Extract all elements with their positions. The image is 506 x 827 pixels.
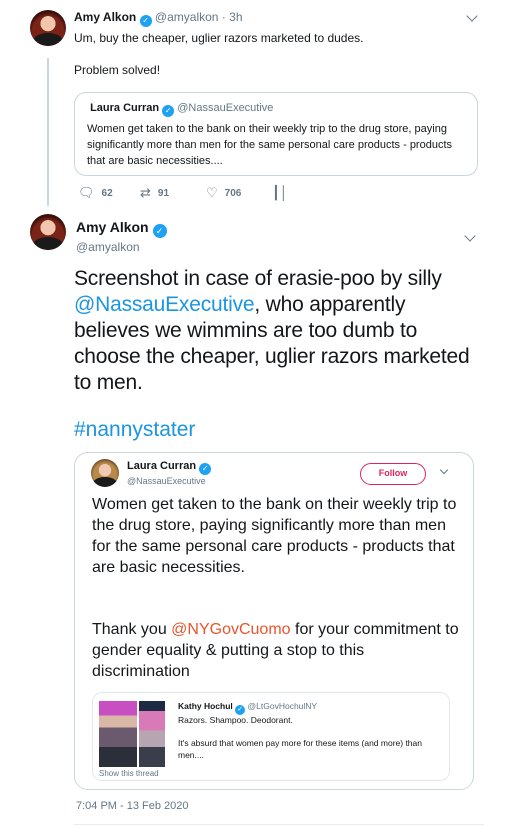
like-button[interactable]: ♡ 706 [206, 185, 241, 201]
retweet-icon: ⇄ [140, 185, 151, 200]
quoted-author-name: Laura Curran [90, 102, 160, 114]
author-name-line: Amy Alkon ✓ [76, 219, 167, 238]
chevron-down-icon [439, 465, 449, 475]
mention-link: @NYGovCuomo [171, 621, 291, 638]
heart-icon: ♡ [206, 185, 218, 200]
screenshot-tweet-text: Women get taken to the bank on their wee… [92, 496, 457, 576]
hashtag-link[interactable]: #nannystater [74, 418, 195, 442]
avatar[interactable] [30, 214, 66, 250]
chevron-down-icon[interactable] [464, 230, 476, 242]
author-name[interactable]: Amy Alkon [74, 10, 136, 24]
mention-link[interactable]: @NassauExecutive [74, 293, 255, 316]
inner-quote-text: Razors. Shampoo. Deodorant. [178, 715, 293, 725]
tweet-timestamp[interactable]: 7:04 PM - 13 Feb 2020 [76, 800, 189, 812]
inner-quote-header: Kathy Hochul ✓ @LtGovHochulNY [178, 701, 317, 715]
quoted-photo [99, 701, 165, 767]
like-count: 706 [224, 187, 242, 199]
author-handle[interactable]: @amyalkon [155, 10, 219, 24]
screenshot-author-name-text: Laura Curran [127, 460, 197, 472]
thanks-text-part: Thank you [92, 621, 172, 638]
photo-left [99, 701, 137, 767]
reply-icon: 🗨︎ [78, 185, 95, 200]
tweet-text: Um, buy the cheaper, uglier razors marke… [74, 31, 364, 77]
thread-connector-line [47, 58, 49, 206]
quoted-tweet[interactable]: Laura Curran ✓ @NassauExecutive Women ge… [74, 92, 478, 176]
tweet-text-part: Screenshot in case of erasie-poo by sill… [74, 267, 442, 290]
tweet-text: Screenshot in case of erasie-poo by sill… [74, 266, 484, 396]
divider [74, 824, 484, 825]
verified-badge-icon: ✓ [139, 15, 152, 27]
chevron-down-icon[interactable] [466, 10, 478, 22]
retweet-button[interactable]: ⇄ 91 [140, 185, 169, 201]
analytics-button[interactable]: ┃│ [272, 185, 288, 201]
screenshot-tweet-thanks: Thank you @NYGovCuomo for your commitmen… [92, 619, 464, 682]
avatar [91, 459, 119, 487]
author-handle[interactable]: @amyalkon [76, 240, 140, 254]
verified-badge-icon: ✓ [199, 463, 212, 475]
follow-button: Follow [360, 463, 426, 485]
inner-quote-author-name: Kathy Hochul [178, 701, 233, 711]
photo-right [139, 701, 165, 767]
verified-badge-icon: ✓ [152, 224, 167, 238]
quoted-author-handle: @NassauExecutive [177, 102, 274, 114]
screenshot-author-name: Laura Curran ✓ [127, 460, 212, 475]
tweet-header: Amy Alkon ✓ @amyalkon · 3h [74, 10, 243, 27]
inner-quote-text: It's absurd that women pay more for thes… [178, 738, 422, 760]
quoted-text: Women get taken to the bank on their wee… [87, 123, 453, 167]
inner-quote-author-handle: @LtGovHochulNY [247, 701, 318, 711]
retweet-count: 91 [157, 187, 170, 199]
tweet-time[interactable]: 3h [229, 10, 242, 24]
analytics-icon: ┃│ [272, 185, 288, 200]
reply-button[interactable]: 🗨︎ 62 [78, 185, 113, 201]
avatar[interactable] [30, 10, 66, 46]
show-thread-link: Show this thread [99, 769, 159, 778]
reply-count: 62 [101, 187, 113, 199]
verified-badge-icon: ✓ [162, 105, 175, 117]
inner-quoted-tweet: Kathy Hochul ✓ @LtGovHochulNY Razors. Sh… [92, 692, 450, 781]
screenshot-author-handle: @NassauExecutive [127, 476, 206, 486]
attached-screenshot[interactable]: Laura Curran ✓ @NassauExecutive Follow W… [74, 452, 474, 790]
verified-badge-icon: ✓ [235, 705, 246, 715]
author-name[interactable]: Amy Alkon [76, 219, 149, 235]
